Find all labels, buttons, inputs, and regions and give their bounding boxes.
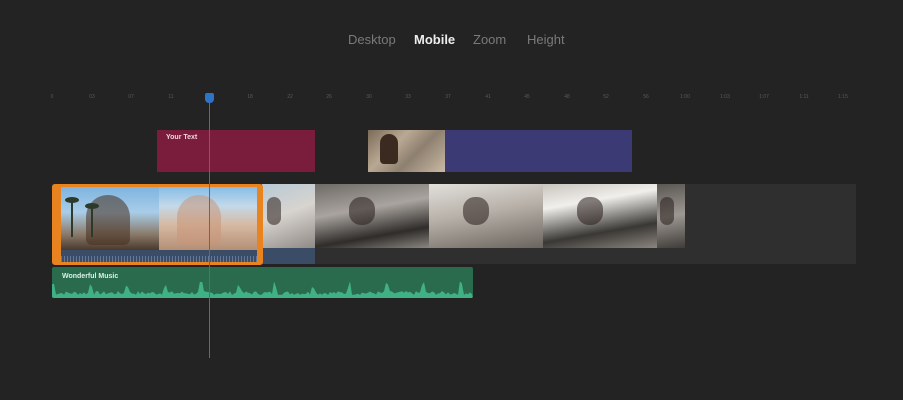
selected-clip-waveform [61,250,257,262]
video-frame-thumbnail [159,187,257,250]
ruler-tick-label: 48 [564,94,570,100]
ruler-tick-label: 18 [247,94,253,100]
ruler-tick-label: 07 [128,94,134,100]
music-waveform [52,282,473,298]
ruler-tick-label: 45 [524,94,530,100]
tab-zoom[interactable]: Zoom [473,31,506,49]
video-frame-thumbnail [262,184,315,248]
ruler-tick-label: 1:00 [680,94,690,100]
palm-tree-shape [85,203,99,237]
tab-height[interactable]: Height [527,31,565,49]
music-clip[interactable]: Wonderful Music [52,267,473,298]
overlay-video-clip[interactable] [368,130,632,172]
view-mode-tabs: Desktop Mobile Zoom Height [0,31,903,51]
ruler-tick-label: 11 [168,94,174,100]
text-clip-label: Your Text [166,134,198,141]
video-frame-thumbnail [61,187,159,250]
ruler-tick-label: 37 [445,94,451,100]
text-title-clip[interactable]: Your Text [157,130,315,172]
ruler-tick-label: 0 [50,94,54,100]
ruler-tick-label: 1:03 [720,94,730,100]
video-clip[interactable] [262,184,685,248]
timeline-ruler[interactable]: 0 03 07 11 15 18 22 26 30 33 37 41 45 48… [0,93,903,105]
ruler-tick-label: 1:15 [838,94,848,100]
selected-video-clip[interactable] [52,184,263,265]
video-frame-thumbnail [315,184,429,248]
ruler-tick-label: 1:07 [759,94,769,100]
video-frame-thumbnail [429,184,543,248]
overlay-clip-thumbnail [368,130,445,172]
ruler-tick-label: 56 [643,94,649,100]
tab-desktop[interactable]: Desktop [348,31,396,49]
palm-tree-shape [65,197,79,237]
ruler-tick-label: 1:11 [799,94,809,100]
tab-mobile[interactable]: Mobile [414,31,455,49]
music-clip-label: Wonderful Music [62,273,119,280]
playhead-handle[interactable] [205,93,214,103]
ruler-tick-label: 30 [366,94,372,100]
ruler-tick-label: 41 [485,94,491,100]
ruler-tick-label: 22 [287,94,293,100]
video-frame-thumbnail [657,184,685,248]
clip-audio-strip [262,248,315,264]
ruler-tick-label: 33 [405,94,411,100]
selected-clip-frames [61,187,257,250]
ruler-tick-label: 26 [326,94,332,100]
ruler-tick-label: 52 [603,94,609,100]
ruler-tick-label: 03 [89,94,95,100]
video-frame-thumbnail [543,184,657,248]
playhead-line [209,100,210,358]
